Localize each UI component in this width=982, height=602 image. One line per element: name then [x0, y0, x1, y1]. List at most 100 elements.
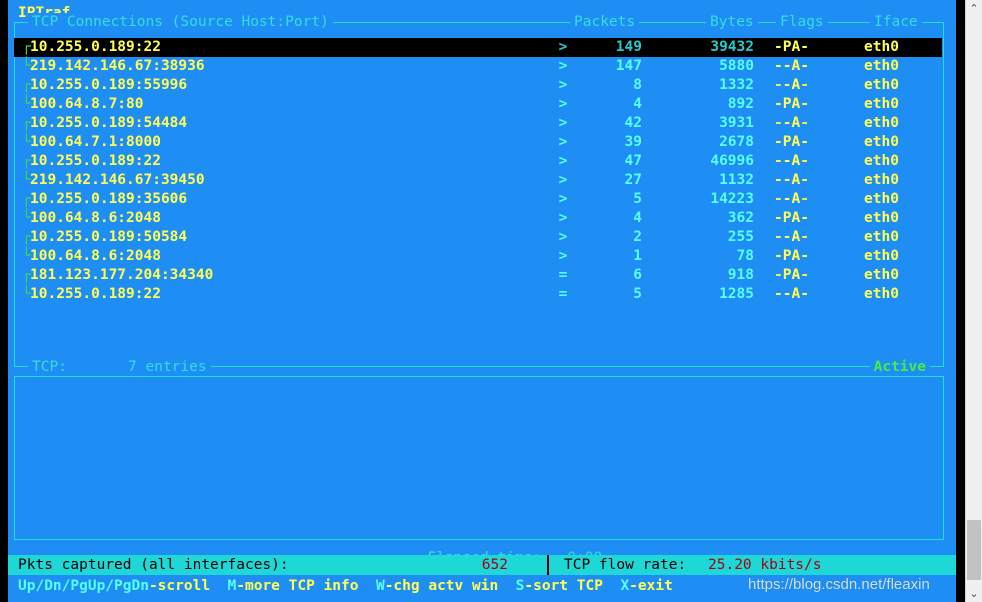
column-header-packets[interactable]: Packets — [570, 13, 640, 32]
tcp-connection-row[interactable]: ┌ 10.255.0.189:35606 >5 14223 --A-eth0 — [14, 190, 942, 209]
key-hint-description: -sort TCP — [524, 578, 603, 594]
tcp-connection-row[interactable]: ┌ 181.123.177.204:34340 = 6 918 -PA-eth0 — [14, 266, 942, 285]
connection-iface: eth0 — [864, 96, 899, 112]
scrollbar-thumb[interactable] — [967, 520, 981, 580]
connection-bytes: 39432 — [710, 39, 754, 55]
elapsed-time-row: Elapsed time: 0:00 — [15, 530, 945, 568]
connection-bytes: 892 — [727, 96, 754, 112]
scroll-up-icon[interactable]: ⌃ — [966, 0, 982, 17]
connection-bytes: 918 — [727, 267, 754, 283]
key-hint-description: -chg actv win — [384, 578, 499, 594]
connection-host-port: 100.64.8.6:2048 — [30, 248, 161, 264]
connection-iface: eth0 — [864, 58, 899, 74]
connection-bytes: 5880 — [719, 58, 754, 74]
watermark-text: https://blog.csdn.net/fleaxin — [748, 576, 930, 593]
pkts-captured-label: Pkts captured (all interfaces): — [18, 557, 289, 573]
connection-host-port: 10.255.0.189:22 — [30, 39, 161, 55]
key-hint[interactable]: S-sort TCP — [516, 578, 603, 594]
tcp-active-badge: Active — [869, 358, 930, 377]
key-hint-separator — [498, 578, 515, 594]
tcp-connection-row[interactable]: └ 100.64.7.1:8000 >39 2678 -PA-eth0 — [14, 133, 942, 152]
tcp-connection-list[interactable]: ┌ 10.255.0.189:22 >149 39432 -PA-eth0 └ 219.14… — [14, 38, 942, 304]
connection-flags: -PA- — [774, 96, 809, 112]
tcp-connection-row[interactable]: └ 219.142.146.67:39450 >27 1132 --A-eth0 — [14, 171, 942, 190]
key-hint[interactable]: W-chg actv win — [376, 578, 498, 594]
connection-iface: eth0 — [864, 134, 899, 150]
tcp-connection-row[interactable]: └ 100.64.8.6:2048 >1 78 -PA-eth0 — [14, 247, 942, 266]
connection-bytes: 3931 — [719, 115, 754, 131]
column-header-flags[interactable]: Flags — [776, 13, 828, 32]
connection-bytes: 362 — [727, 210, 754, 226]
connection-flags: --A- — [774, 58, 809, 74]
tcp-connection-row[interactable]: └ 10.255.0.189:22 = 5 1285 --A-eth0 — [14, 285, 942, 304]
connection-bytes: 255 — [727, 229, 754, 245]
connection-bytes: 1332 — [719, 77, 754, 93]
column-header-iface[interactable]: Iface — [870, 13, 922, 32]
connection-iface: eth0 — [864, 210, 899, 226]
connection-host-port: 219.142.146.67:38936 — [30, 58, 205, 74]
key-hint-key: M — [227, 578, 237, 594]
connection-iface: eth0 — [864, 172, 899, 188]
connection-iface: eth0 — [864, 115, 899, 131]
tcp-connection-row[interactable]: ┌ 10.255.0.189:55996 >8 1332 --A-eth0 — [14, 76, 942, 95]
connection-flags: -PA- — [774, 134, 809, 150]
key-hint[interactable]: Up/Dn/PgUp/PgDn-scroll — [18, 578, 210, 594]
tcp-connection-row[interactable]: └ 100.64.8.7:80 >4 892 -PA-eth0 — [14, 95, 942, 114]
info-bar-divider — [547, 555, 549, 575]
connection-bytes: 78 — [736, 248, 754, 264]
tcp-connection-row[interactable]: ┌ 10.255.0.189:54484 >42 3931 --A-eth0 — [14, 114, 942, 133]
tcp-connection-row[interactable]: ┌ 10.255.0.189:50584 >2 255 --A-eth0 — [14, 228, 942, 247]
connection-host-port: 100.64.7.1:8000 — [30, 134, 161, 150]
connection-packets: 4 — [633, 96, 642, 112]
capture-info-bar: Pkts captured (all interfaces): 652 TCP … — [8, 555, 956, 575]
connection-flags: --A- — [774, 191, 809, 207]
tcp-connection-row[interactable]: ┌ 10.255.0.189:22 >47 46996 --A-eth0 — [14, 152, 942, 171]
page-scrollbar[interactable]: ⌃ ⌄ — [965, 0, 982, 602]
connection-iface: eth0 — [864, 39, 899, 55]
connection-iface: eth0 — [864, 191, 899, 207]
column-header-bytes[interactable]: Bytes — [706, 13, 758, 32]
connection-bytes: 14223 — [710, 191, 754, 207]
connection-flags: --A- — [774, 286, 809, 302]
browser-viewport: IPTraf TCP Connections (Source Host:Port… — [0, 0, 982, 602]
tcp-connection-row[interactable]: ┌ 10.255.0.189:22 >149 39432 -PA-eth0 — [14, 38, 942, 57]
key-hint-key: W — [375, 578, 385, 594]
connection-bytes: 46996 — [710, 153, 754, 169]
connection-host-port: 100.64.8.6:2048 — [30, 210, 161, 226]
connection-host-port: 219.142.146.67:39450 — [30, 172, 205, 188]
tcp-panel-status-row: TCP: 7 entries Active — [14, 358, 944, 377]
connection-flags: -PA- — [774, 248, 809, 264]
tcp-panel-caption: TCP Connections (Source Host:Port) — [28, 13, 333, 32]
key-hint-key: Up/Dn/PgUp/PgDn — [18, 578, 149, 594]
tcp-connection-row[interactable]: └ 219.142.146.67:38936 >147 5880 --A-eth0 — [14, 57, 942, 76]
key-hint[interactable]: M-more TCP info — [228, 578, 359, 594]
key-hint[interactable]: X-exit — [620, 578, 672, 594]
connection-packets: 27 — [624, 172, 642, 188]
tcp-flow-rate-label: TCP flow rate: — [564, 557, 687, 573]
connection-packets: 6 — [633, 267, 642, 283]
scroll-down-icon[interactable]: ⌄ — [966, 585, 982, 602]
connection-flags: -PA- — [774, 210, 809, 226]
pkts-captured-value: 652 — [481, 557, 508, 573]
tcp-flow-rate-value: 25.20 kbits/s — [708, 557, 822, 573]
connection-host-port: 10.255.0.189:35606 — [30, 191, 188, 207]
connection-host-port: 10.255.0.189:22 — [30, 286, 161, 302]
connection-iface: eth0 — [864, 229, 899, 245]
connection-flags: -PA- — [774, 39, 809, 55]
connection-host-port: 10.255.0.189:22 — [30, 153, 161, 169]
tcp-connection-row[interactable]: └ 100.64.8.6:2048 >4 362 -PA-eth0 — [14, 209, 942, 228]
connection-host-port: 10.255.0.189:54484 — [30, 115, 188, 131]
key-hint-key: X — [620, 578, 630, 594]
connection-packets: 5 — [633, 286, 642, 302]
connection-packets: 4 — [633, 210, 642, 226]
connection-bytes: 1132 — [719, 172, 754, 188]
connection-flags: --A- — [774, 77, 809, 93]
connection-iface: eth0 — [864, 286, 899, 302]
tcp-entry-count: TCP: 7 entries — [28, 358, 211, 377]
key-hint-separator — [210, 578, 227, 594]
connection-host-port: 10.255.0.189:55996 — [30, 77, 188, 93]
connection-flags: --A- — [774, 172, 809, 188]
connection-packets: 2 — [633, 229, 642, 245]
connection-iface: eth0 — [864, 77, 899, 93]
connection-flags: -PA- — [774, 267, 809, 283]
